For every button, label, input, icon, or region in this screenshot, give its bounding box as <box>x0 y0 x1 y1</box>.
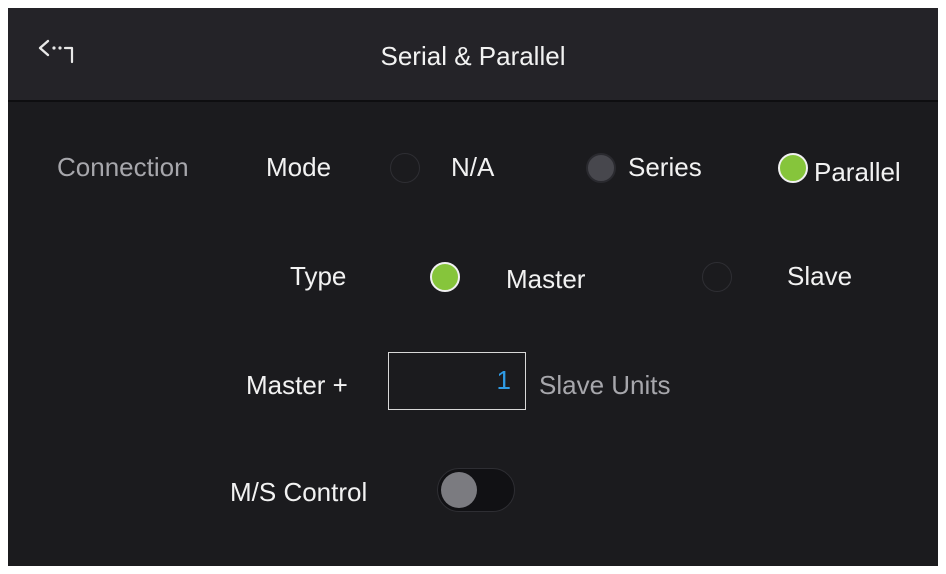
mode-na-label[interactable]: N/A <box>451 152 494 182</box>
mode-series-label[interactable]: Series <box>628 152 702 182</box>
ms-control-toggle[interactable] <box>437 468 515 512</box>
back-arrow-icon <box>38 39 74 64</box>
slave-units-label: Slave Units <box>539 370 671 400</box>
connection-section-label: Connection <box>57 152 189 182</box>
serial-parallel-screen: Serial & Parallel Connection Mode N/A Se… <box>8 8 938 566</box>
ms-control-label: M/S Control <box>230 477 368 507</box>
back-button[interactable] <box>34 32 82 72</box>
mode-parallel-label[interactable]: Parallel <box>814 157 901 187</box>
type-master-radio[interactable] <box>430 262 460 292</box>
title-bar: Serial & Parallel <box>8 8 938 102</box>
type-master-label[interactable]: Master <box>506 264 585 294</box>
mode-label: Mode <box>266 152 332 182</box>
type-slave-radio[interactable] <box>702 262 732 292</box>
mode-series-radio[interactable] <box>586 153 616 183</box>
type-label: Type <box>290 261 347 291</box>
toggle-knob <box>441 472 477 508</box>
master-plus-label: Master + <box>246 370 348 400</box>
page-title: Serial & Parallel <box>380 41 566 71</box>
mode-na-radio[interactable] <box>390 153 420 183</box>
type-slave-label[interactable]: Slave <box>787 261 852 291</box>
mode-parallel-radio[interactable] <box>778 153 808 183</box>
slave-units-input[interactable]: 1 <box>388 352 526 410</box>
